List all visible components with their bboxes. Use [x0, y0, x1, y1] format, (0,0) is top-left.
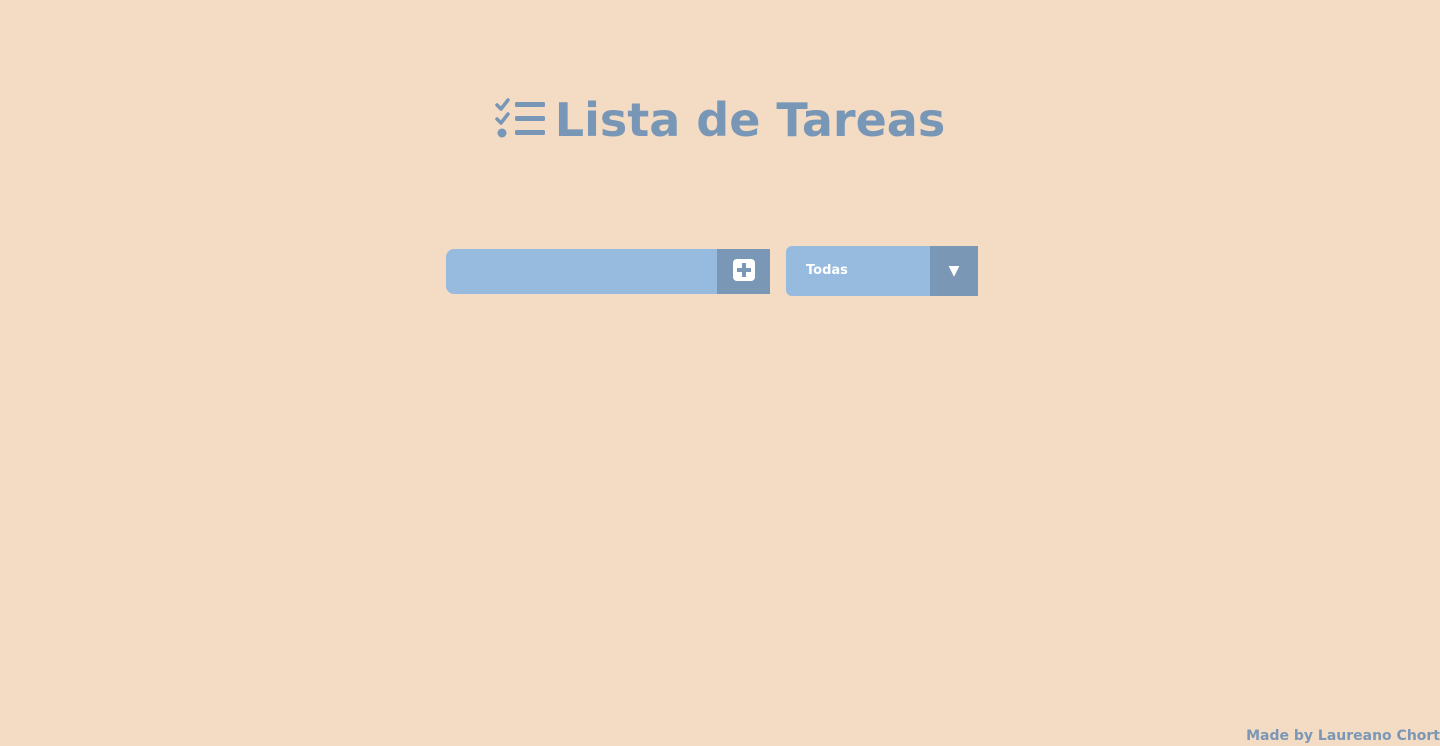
filter-selected-value: Todas — [806, 263, 848, 278]
todo-input-group — [446, 249, 770, 294]
add-todo-button[interactable] — [717, 249, 770, 294]
filter-select[interactable]: Todas ▼ — [786, 246, 978, 296]
caret-down-icon[interactable]: ▼ — [930, 246, 978, 296]
plus-square-icon — [732, 259, 755, 284]
task-list-icon — [495, 98, 547, 142]
footer-credit: Made by Laureano Chort — [1246, 728, 1440, 744]
app-header: Lista de Tareas — [0, 88, 1440, 152]
todo-form: Todas ▼ — [446, 246, 986, 296]
page-title: Lista de Tareas — [554, 93, 946, 147]
todo-input[interactable] — [446, 249, 717, 294]
